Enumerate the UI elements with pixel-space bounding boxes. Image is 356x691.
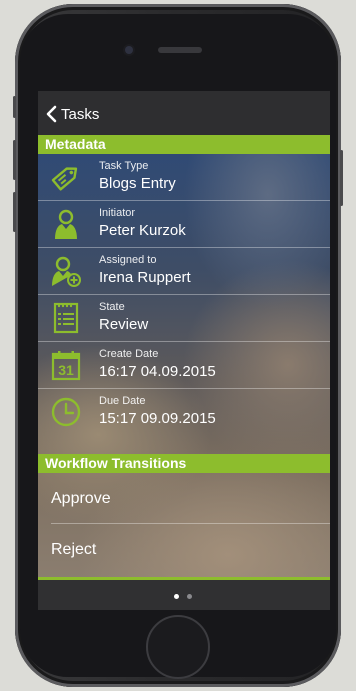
user-add-icon (52, 256, 81, 287)
home-button[interactable] (146, 615, 210, 679)
task-type-value: Blogs Entry (99, 175, 176, 192)
back-button[interactable]: Tasks (45, 104, 99, 124)
chevron-left-icon (46, 105, 57, 123)
state-label: State (99, 301, 125, 313)
metadata-header: Metadata (38, 135, 330, 154)
tag-icon (51, 167, 78, 191)
reject-button[interactable]: Reject (38, 525, 330, 574)
power-button (340, 150, 343, 206)
state-value: Review (99, 316, 149, 333)
clipboard-list-icon (53, 302, 79, 334)
calendar-icon: 31 (51, 351, 81, 381)
workflow-transitions-header: Workflow Transitions (38, 454, 330, 473)
volume-down-button (13, 192, 16, 232)
metadata-row-due-date: Due Date 15:17 09.09.2015 (38, 389, 330, 436)
metadata-row-state: State Review (38, 295, 330, 342)
metadata-row-create-date: 31 Create Date 16:17 04.09.2015 (38, 342, 330, 389)
calendar-day-number: 31 (58, 362, 74, 378)
create-date-value: 16:17 04.09.2015 (99, 363, 216, 380)
create-date-label: Create Date (99, 348, 159, 360)
page-indicator-bar (38, 580, 330, 610)
metadata-list: Task Type Blogs Entry Initiator Peter Ku… (38, 154, 330, 436)
user-icon (55, 209, 77, 239)
back-button-label: Tasks (61, 105, 100, 123)
metadata-row-initiator: Initiator Peter Kurzok (38, 201, 330, 248)
assigned-to-label: Assigned to (99, 254, 157, 266)
due-date-label: Due Date (99, 395, 146, 407)
front-camera (125, 46, 133, 54)
initiator-label: Initiator (99, 207, 136, 219)
app-screen: Tasks Metadata Task Type Blogs Entry Ini… (38, 91, 330, 610)
assigned-to-value: Irena Ruppert (99, 269, 191, 286)
earpiece-speaker (158, 47, 202, 53)
task-type-label: Task Type (99, 160, 149, 172)
volume-up-button (13, 140, 16, 180)
page-dot-inactive[interactable] (187, 594, 192, 599)
page-dot-active[interactable] (174, 594, 179, 599)
navigation-bar: Tasks (38, 91, 330, 135)
mute-switch (13, 96, 16, 118)
metadata-row-task-type: Task Type Blogs Entry (38, 154, 330, 201)
transition-divider (51, 523, 330, 524)
approve-button[interactable]: Approve (38, 474, 330, 523)
initiator-value: Peter Kurzok (99, 222, 186, 239)
clock-icon (51, 397, 81, 427)
due-date-value: 15:17 09.09.2015 (99, 410, 216, 427)
metadata-row-assigned-to: Assigned to Irena Ruppert (38, 248, 330, 295)
